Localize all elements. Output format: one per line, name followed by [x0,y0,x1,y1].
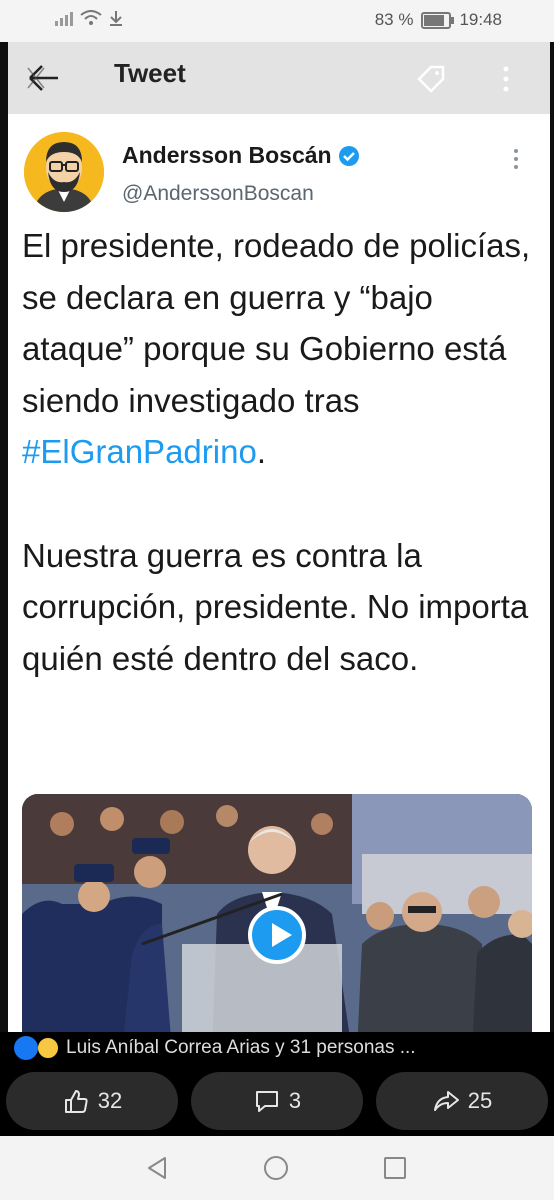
hashtag-link[interactable]: #ElGranPadrino [22,433,257,470]
nav-recents-icon[interactable] [384,1157,406,1179]
page-title: Tweet [114,58,186,88]
post-actions-bar: Luis Aníbal Correa Arias y 31 personas .… [0,1032,554,1136]
reactions-text: Luis Aníbal Correa Arias y 31 personas .… [66,1037,416,1058]
clock: 19:48 [459,10,502,29]
like-button[interactable]: 32 [6,1072,178,1130]
avatar-illustration [24,132,104,212]
tweet-paragraph-1-text: El presidente, rodeado de policías, se d… [22,227,531,419]
comment-icon [255,1091,278,1112]
nav-back-icon[interactable] [146,1156,168,1180]
comment-button[interactable]: 3 [191,1072,363,1130]
comment-count: 3 [288,1088,302,1113]
author-avatar[interactable] [24,132,104,212]
battery-icon [421,11,455,29]
signal-icon [55,12,73,26]
share-count: 25 [467,1088,493,1113]
battery-fill [424,14,445,26]
author-name-row: Andersson Boscán [122,142,360,169]
verified-badge-icon [338,145,359,166]
video-thumbnail[interactable] [22,794,532,1052]
tweet-paragraph-2: Nuestra guerra es contra la corrupción, … [22,536,529,677]
sad-reaction-icon [36,1036,60,1060]
wifi-icon [80,10,102,25]
battery-percent: 83 % [374,10,414,29]
shared-image[interactable]: Tweet Andersson Boscán @AnderssonBoscan … [0,42,554,1060]
tweet-top-bar: Tweet [8,42,550,114]
download-icon [110,11,122,26]
status-bar: 83 % 19:48 [0,0,554,42]
status-icons-left [54,10,124,26]
tweet-more-icon[interactable] [512,148,520,170]
share-icon [433,1091,459,1111]
like-count: 32 [97,1088,123,1113]
share-button[interactable]: 25 [376,1072,548,1130]
play-icon[interactable] [248,906,306,964]
tweet-paragraph-1-end: . [256,433,266,470]
nav-home-icon[interactable] [264,1156,288,1180]
author-name[interactable]: Andersson Boscán [122,142,332,169]
tweet-screenshot: Tweet Andersson Boscán @AnderssonBoscan … [8,42,550,1052]
back-arrow-icon[interactable] [22,60,62,96]
status-icons-right: 83 % 19:48 [375,10,502,30]
tweet-paragraph-1: El presidente, rodeado de policías, se d… [22,220,542,478]
like-reaction-icon [14,1036,38,1060]
reactions-summary[interactable]: Luis Aníbal Correa Arias y 31 personas .… [14,1036,544,1060]
more-vertical-icon[interactable] [500,64,512,94]
tag-icon[interactable] [416,64,446,94]
tweet-text: El presidente, rodeado de policías, se d… [22,220,542,684]
thumbs-up-icon [64,1090,88,1113]
author-handle[interactable]: @AnderssonBoscan [122,182,314,206]
system-nav-bar [0,1136,554,1200]
